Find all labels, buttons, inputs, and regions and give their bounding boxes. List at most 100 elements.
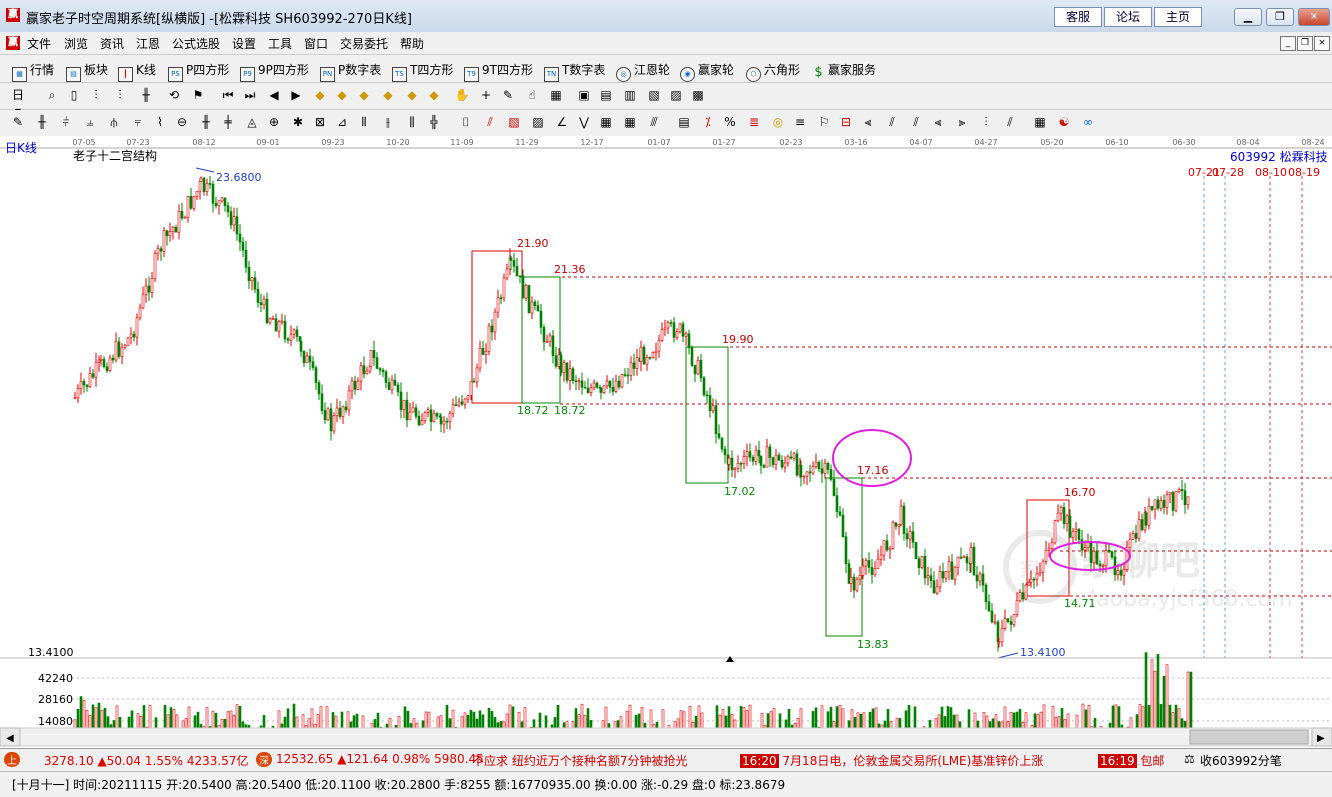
toolbar-service[interactable]: $ 赢家服务 [812,61,876,79]
news-ticker-1[interactable]: 不应求 纽约近万个接种名额7分钟被抢光 [472,752,687,769]
chart-up-icon[interactable]: ⫶ [88,87,104,103]
trend-tool-icon[interactable]: ⫴ [356,114,372,130]
menu-gann[interactable]: 江恩 [136,35,160,52]
move-up-icon[interactable]: ◆ [404,87,420,103]
menu-browse[interactable]: 浏览 [64,35,88,52]
fan-lines-icon[interactable]: ⫧ [130,114,146,130]
export-icon[interactable]: ▩ [690,87,706,103]
gann-square-icon[interactable]: ▦ [548,87,564,103]
ticks-label[interactable]: 收603992分笔 [1200,752,1282,769]
mdi-close-button[interactable]: × [1314,36,1330,51]
zoom-out-icon[interactable]: ◆ [334,87,350,103]
toolbar-9p-square[interactable]: P9 9P四方形 [240,61,309,82]
spiral-icon[interactable]: ⊕ [266,114,282,130]
angle-line-icon[interactable]: ∠ [554,114,570,130]
gann-grid-icon[interactable]: ⫨ [82,114,98,130]
scroll-thumb[interactable] [1189,729,1309,745]
infinity-icon[interactable]: ∞ [1080,114,1096,130]
square-tool-icon[interactable]: ⊠ [312,114,328,130]
move-down-icon[interactable]: ◆ [426,87,442,103]
toolbar-hexagon[interactable]: ⬡ 六角形 [746,61,800,82]
close-button[interactable]: ✕ [1298,8,1330,26]
left-icon[interactable]: ◀ [266,87,282,103]
marker-icon[interactable]: ⚐ [816,114,832,130]
last-icon[interactable]: ⏭ [242,87,258,103]
zoom-in-icon[interactable]: ◆ [312,87,328,103]
link-home[interactable]: 主页 [1154,7,1202,27]
channel-tool-icon[interactable]: ⫲ [380,114,396,130]
yin-yang-icon[interactable]: ☯ [1056,114,1072,130]
news-ticker-3[interactable]: 16:19 包邮 [1098,752,1164,769]
fan-icon[interactable]: ⫽ [908,114,924,130]
menu-trade[interactable]: 交易委托 [340,35,388,52]
vlines-icon[interactable]: ╫ [34,114,50,130]
app-menu-icon[interactable]: 赢 [6,36,20,50]
ladder-icon[interactable]: ⫸ [954,114,970,130]
diagonal2-icon[interactable]: ⫽ [1002,114,1018,130]
save-icon[interactable]: ▧ [646,87,662,103]
menu-help[interactable]: 帮助 [400,35,424,52]
fib-levels-icon[interactable]: ≡ [792,114,808,130]
redraw-icon[interactable]: ⟲ [166,87,182,103]
angles-icon[interactable]: ⫽ [884,114,900,130]
toolbar-gann-wheel[interactable]: ◎ 江恩轮 [616,61,670,82]
maximize-button[interactable]: ❐ [1266,8,1294,26]
zoom-icon[interactable]: ⌕ [44,87,60,103]
stairs-icon[interactable]: ⫷ [930,114,946,130]
coin-icon[interactable]: ◎ [770,114,786,130]
toolbar-blocks[interactable]: ▤ 板块 [66,61,108,82]
document-icon[interactable]: ▯ [66,87,82,103]
flag-icon[interactable]: ⚑ [190,87,206,103]
link-forum[interactable]: 论坛 [1104,7,1152,27]
cursor-icon[interactable]: ☝ [524,87,540,103]
toolbar-9t-square[interactable]: T9 9T四方形 [464,61,533,82]
menu-formula[interactable]: 公式选股 [172,35,220,52]
cycle-lines-icon[interactable]: ╪ [220,114,236,130]
wave-icon[interactable]: ⌇ [152,114,168,130]
ruler-icon[interactable]: ▤ [676,114,692,130]
shrink-icon[interactable]: ◆ [380,87,396,103]
parallel-icon[interactable]: ⫻ [646,114,662,130]
vee-icon[interactable]: ⋁ [576,114,592,130]
triangle-tool-icon[interactable]: ◬ [244,114,260,130]
toolbar-market[interactable]: ▦ 行情 [12,61,54,82]
kline-chart-area[interactable]: 07-05 07-23 08-12 09-01 09-23 10-20 11-09 11-29… [0,136,1332,747]
speed-lines-icon[interactable]: ⫽ [482,114,498,130]
ruler-tool-icon[interactable]: ╬ [426,114,442,130]
mdi-minimize-button[interactable]: _ [1280,36,1296,51]
hand-icon[interactable]: ✋ [454,87,470,103]
period-dropdown-icon[interactable]: 日▾ [10,87,26,118]
first-icon[interactable]: ⏮ [220,87,236,103]
menu-settings[interactable]: 设置 [232,35,256,52]
menu-window[interactable]: 窗口 [304,35,328,52]
percent-tool-icon[interactable]: ⁒ [700,114,716,130]
bar-type-icon[interactable]: ╫ [138,87,154,103]
sh-index[interactable]: 3278.10 ▲50.04 1.55% 4233.57亿 [44,752,248,769]
levels-icon[interactable]: ⫷ [860,114,876,130]
gann-fan-icon[interactable]: ⫩ [58,114,74,130]
toolbar-kline[interactable]: ┃ K线 [118,61,156,82]
percent-icon[interactable]: % [722,114,738,130]
fork-icon[interactable]: ⫛ [106,114,122,130]
link-service[interactable]: 客服 [1054,7,1102,27]
toolbar-winner-wheel[interactable]: ◉ 赢家轮 [680,61,734,82]
time-lines-icon[interactable]: ╫ [198,114,214,130]
menu-file[interactable]: 文件 [27,35,51,52]
crosshair-icon[interactable]: + [478,87,494,103]
measure-icon[interactable]: ⊟ [838,114,854,130]
circle-tool-icon[interactable]: ⊖ [174,114,190,130]
calendar-icon[interactable]: ▣ [576,87,592,103]
pen-icon[interactable]: ✎ [500,87,516,103]
mdi-restore-button[interactable]: ❐ [1297,36,1313,51]
list-icon[interactable]: ▥ [622,87,638,103]
print-icon[interactable]: ▨ [668,87,684,103]
minimize-button[interactable]: ▁ [1234,8,1262,26]
table-grid-icon[interactable]: ▦ [1032,114,1048,130]
golden-icon[interactable]: ▧ [506,114,522,130]
fib-icon[interactable]: ≣ [746,114,762,130]
star-tool-icon[interactable]: ✱ [290,114,306,130]
menu-tools[interactable]: 工具 [268,35,292,52]
sz-index[interactable]: 12532.65 ▲121.64 0.98% 5980.45 [276,752,484,766]
menu-info[interactable]: 资讯 [100,35,124,52]
toolbar-t-table[interactable]: TN T数字表 [544,61,605,82]
